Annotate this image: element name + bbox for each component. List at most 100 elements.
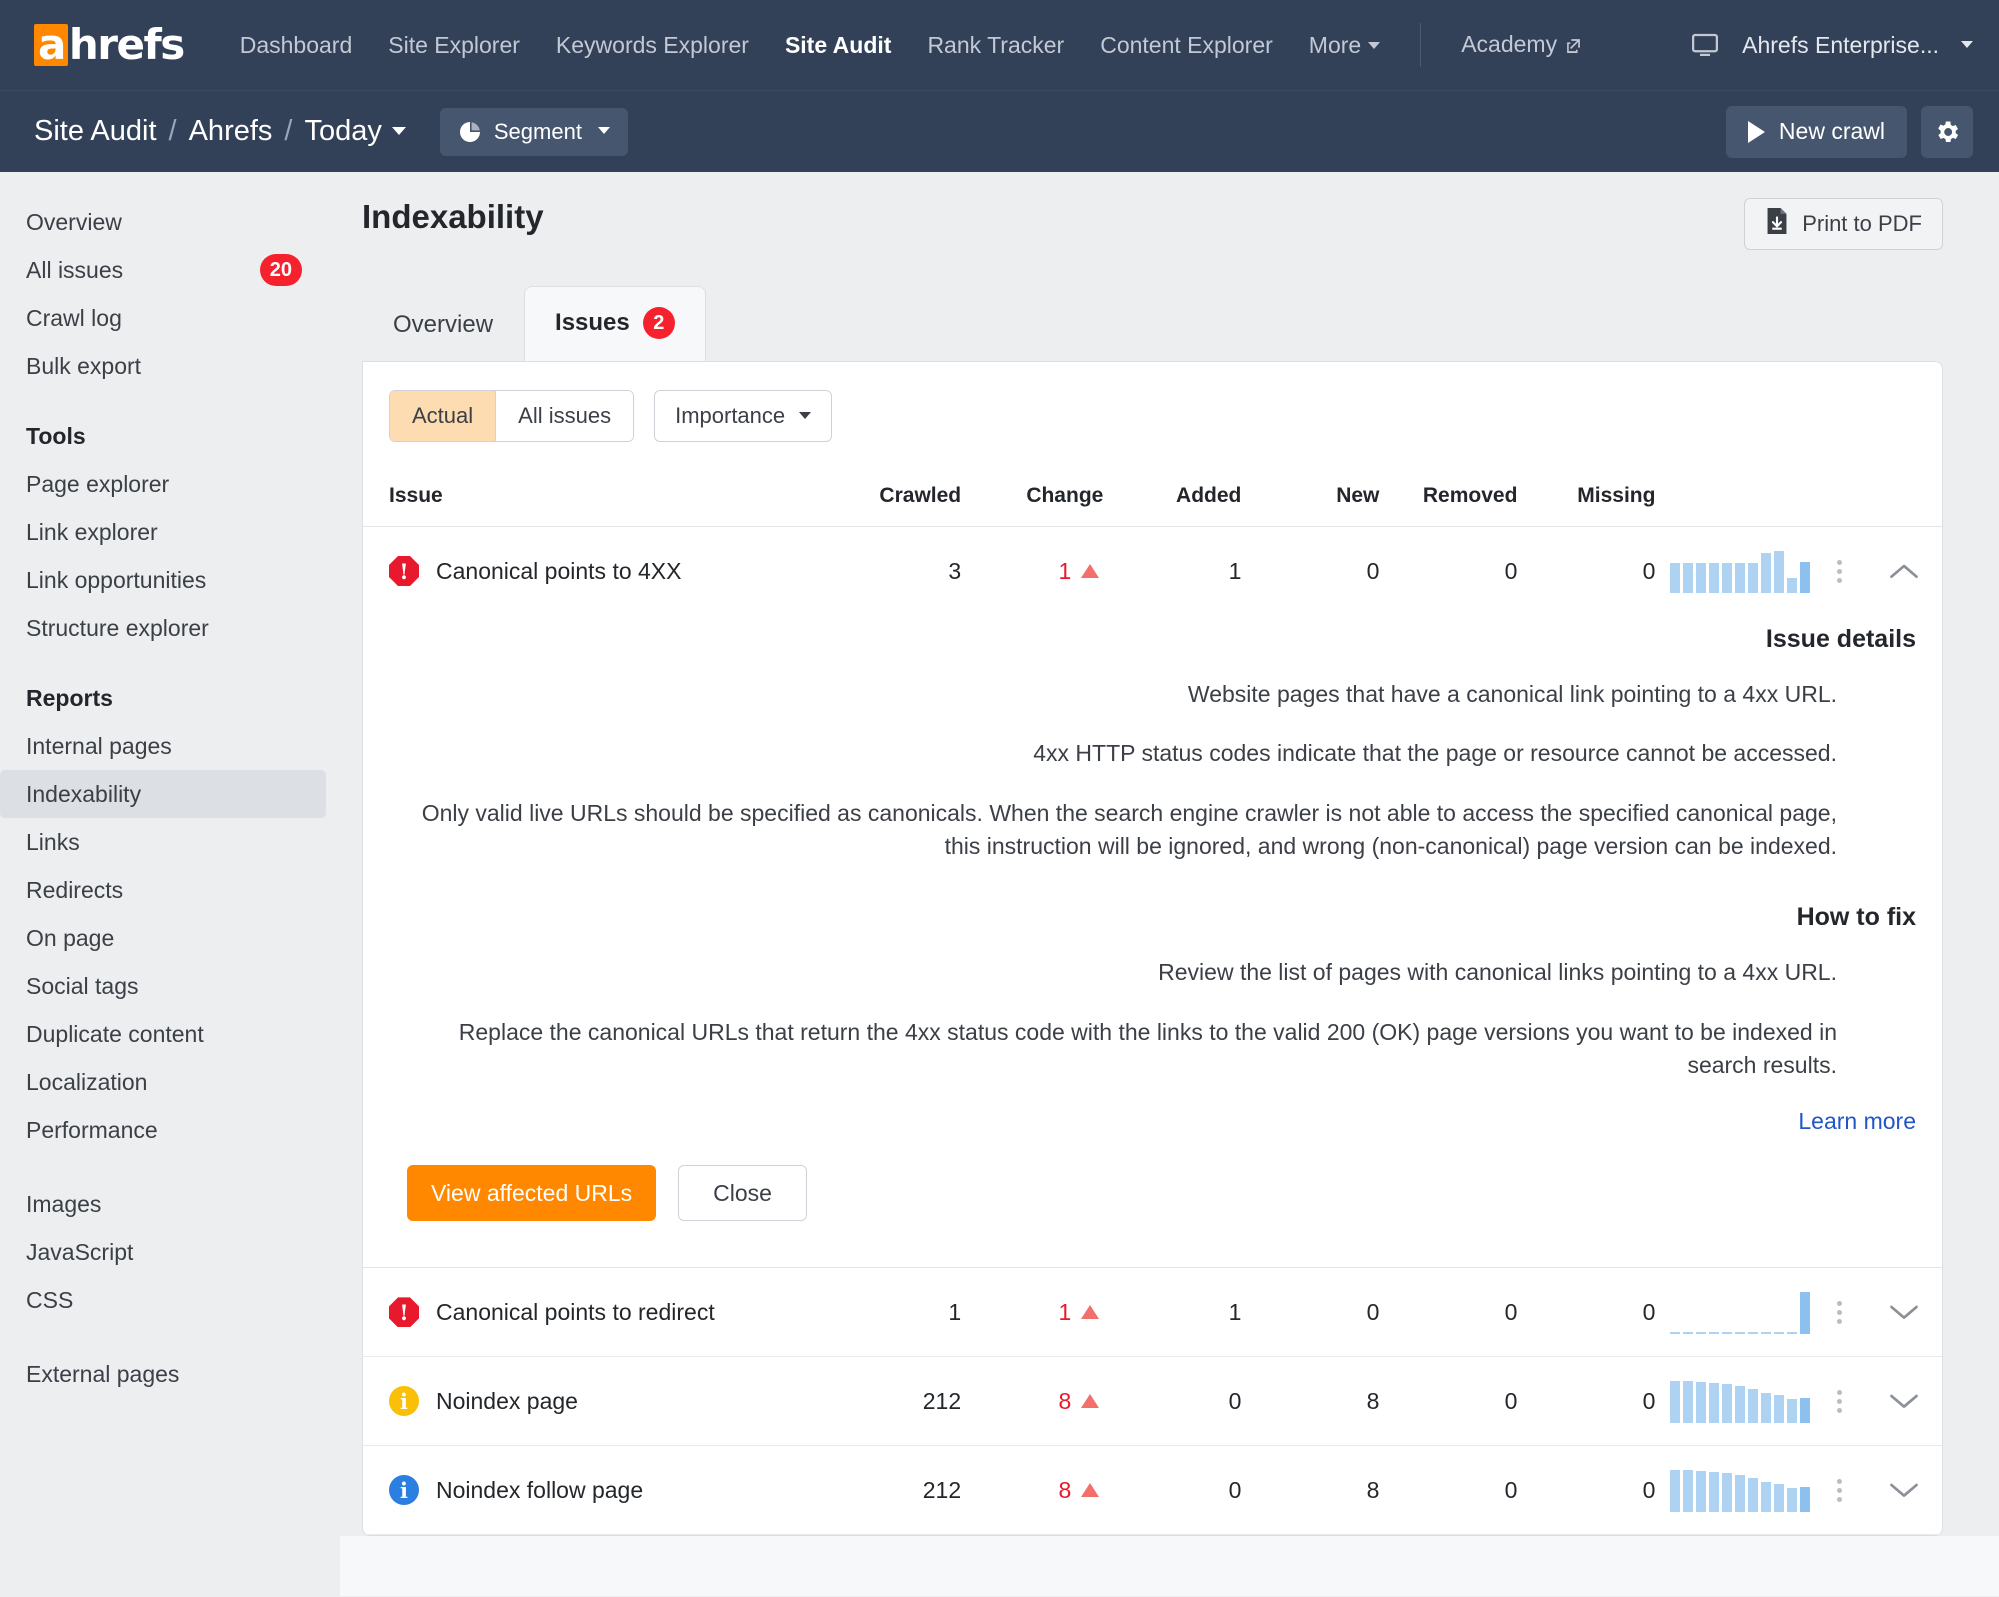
view-affected-urls-button[interactable]: View affected URLs xyxy=(407,1165,657,1222)
issue-name[interactable]: Canonical points to 4XX xyxy=(436,558,682,585)
column-header-crawled[interactable]: Crawled xyxy=(823,470,962,527)
sidebar-item-structure-explorer[interactable]: Structure explorer xyxy=(0,604,326,652)
chevron-down-icon[interactable] xyxy=(1867,1481,1942,1499)
chevron-down-icon[interactable] xyxy=(1867,1392,1942,1410)
issue-name[interactable]: Noindex page xyxy=(436,1388,578,1415)
sidebar-item-indexability[interactable]: Indexability xyxy=(0,770,326,818)
nav-link-more[interactable]: More xyxy=(1291,0,1398,90)
sidebar: Overview All issues 20 Crawl log Bulk ex… xyxy=(0,172,340,1597)
chevron-up-icon[interactable] xyxy=(1867,562,1942,580)
table-row[interactable]: i Noindex page 212 8 0 8 0 0 xyxy=(363,1356,1942,1447)
row-menu-icon[interactable] xyxy=(1812,559,1866,583)
sidebar-item-css[interactable]: CSS xyxy=(0,1276,326,1324)
sidebar-item-localization[interactable]: Localization xyxy=(0,1058,326,1106)
sidebar-item-duplicate-content[interactable]: Duplicate content xyxy=(0,1010,326,1058)
sidebar-item-external-pages[interactable]: External pages xyxy=(0,1350,326,1398)
sidebar-item-page-explorer[interactable]: Page explorer xyxy=(0,460,326,508)
issues-table: Issue Crawled Change Added New Removed M… xyxy=(363,470,1942,1536)
column-header-new[interactable]: New xyxy=(1241,470,1380,527)
sidebar-item-javascript[interactable]: JavaScript xyxy=(0,1228,326,1276)
column-header-added[interactable]: Added xyxy=(1103,470,1242,527)
cell-menu xyxy=(1812,527,1866,616)
sidebar-item-links[interactable]: Links xyxy=(0,818,326,866)
breadcrumb: Site Audit / Ahrefs / Today xyxy=(34,115,406,148)
sidebar-item-link-explorer[interactable]: Link explorer xyxy=(0,508,326,556)
chevron-down-icon xyxy=(1368,42,1381,50)
nav-link-site-explorer[interactable]: Site Explorer xyxy=(370,0,538,90)
cell-new: 0 xyxy=(1241,1267,1380,1358)
cell-removed: 0 xyxy=(1379,1445,1518,1536)
breadcrumb-project[interactable]: Ahrefs xyxy=(189,115,273,148)
tab-overview[interactable]: Overview xyxy=(362,290,524,361)
trend-up-icon xyxy=(1081,1483,1100,1498)
column-header-issue[interactable]: Issue xyxy=(363,470,824,527)
sidebar-item-redirects[interactable]: Redirects xyxy=(0,866,326,914)
sidebar-item-label: Internal pages xyxy=(26,732,172,759)
filter-actual-button[interactable]: Actual xyxy=(390,391,496,441)
sidebar-item-label: Structure explorer xyxy=(26,614,209,641)
column-header-missing[interactable]: Missing xyxy=(1517,470,1656,527)
learn-more-link[interactable]: Learn more xyxy=(1798,1108,1916,1135)
change-value: 1 xyxy=(1058,557,1072,584)
nav-link-academy[interactable]: Academy xyxy=(1443,0,1600,91)
issue-name[interactable]: Canonical points to redirect xyxy=(436,1299,715,1326)
sidebar-item-internal-pages[interactable]: Internal pages xyxy=(0,722,326,770)
segment-button[interactable]: Segment xyxy=(439,107,628,156)
breadcrumb-date-selector[interactable]: Today xyxy=(304,115,406,148)
nav-link-rank-tracker[interactable]: Rank Tracker xyxy=(909,0,1082,90)
logo-rest: hrefs xyxy=(68,20,185,69)
sidebar-item-performance[interactable]: Performance xyxy=(0,1106,326,1154)
cell-removed: 0 xyxy=(1504,557,1518,584)
breadcrumb-separator: / xyxy=(284,115,293,147)
close-button[interactable]: Close xyxy=(678,1165,807,1222)
sidebar-item-social-tags[interactable]: Social tags xyxy=(0,962,326,1010)
column-header-change[interactable]: Change xyxy=(961,470,1104,527)
breadcrumb-site-audit[interactable]: Site Audit xyxy=(34,115,157,148)
cell-missing: 0 xyxy=(1517,1445,1656,1536)
ahrefs-logo[interactable]: a hrefs xyxy=(34,20,185,69)
nav-link-dashboard[interactable]: Dashboard xyxy=(222,0,371,90)
nav-link-site-audit[interactable]: Site Audit xyxy=(767,0,909,90)
external-link-icon xyxy=(1565,1,1582,91)
nav-link-content-explorer[interactable]: Content Explorer xyxy=(1082,0,1291,90)
table-row[interactable]: ! Canonical points to 4XX 3 1 1 0 0 0 xyxy=(363,527,1942,616)
row-menu-icon[interactable] xyxy=(1812,1478,1866,1502)
sidebar-item-overview[interactable]: Overview xyxy=(0,198,326,246)
row-menu-icon[interactable] xyxy=(1812,1389,1866,1413)
monitor-icon[interactable] xyxy=(1690,30,1720,60)
column-header-removed[interactable]: Removed xyxy=(1379,470,1518,527)
chevron-down-icon xyxy=(799,411,812,419)
sidebar-item-bulk-export[interactable]: Bulk export xyxy=(0,342,326,390)
account-menu[interactable]: Ahrefs Enterprise... xyxy=(1742,32,1973,59)
issue-name[interactable]: Noindex follow page xyxy=(436,1477,643,1504)
importance-dropdown[interactable]: Importance xyxy=(654,390,833,442)
tab-issues[interactable]: Issues 2 xyxy=(524,286,706,361)
how-to-fix-paragraph-1: Review the list of pages with canonical … xyxy=(1158,959,1837,986)
change-value: 1 xyxy=(1058,1298,1072,1325)
sidebar-item-link-opportunities[interactable]: Link opportunities xyxy=(0,556,326,604)
print-to-pdf-label: Print to PDF xyxy=(1802,211,1922,236)
sparkline-chart xyxy=(1655,1379,1812,1424)
table-row[interactable]: ! Canonical points to redirect 1 1 1 0 0… xyxy=(363,1267,1942,1358)
download-file-icon xyxy=(1765,208,1789,240)
cell-missing: 0 xyxy=(1517,1267,1656,1358)
row-menu-icon[interactable] xyxy=(1812,1300,1866,1324)
chevron-down-icon[interactable] xyxy=(1867,1303,1942,1321)
chevron-down-icon xyxy=(1961,40,1973,48)
nav-link-academy-label: Academy xyxy=(1461,31,1558,57)
sidebar-item-crawl-log[interactable]: Crawl log xyxy=(0,294,326,342)
sidebar-item-images[interactable]: Images xyxy=(0,1180,326,1228)
nav-link-keywords-explorer[interactable]: Keywords Explorer xyxy=(538,0,767,90)
sidebar-item-on-page[interactable]: On page xyxy=(0,914,326,962)
table-row[interactable]: i Noindex follow page 212 8 0 8 0 0 xyxy=(363,1445,1942,1536)
column-header-expand xyxy=(1866,470,1942,527)
nav-divider xyxy=(1420,23,1422,67)
new-crawl-button[interactable]: New crawl xyxy=(1725,105,1907,158)
issue-detail-paragraph-1: Website pages that have a canonical link… xyxy=(1187,681,1837,707)
settings-button[interactable] xyxy=(1921,105,1973,158)
sidebar-item-all-issues[interactable]: All issues 20 xyxy=(0,246,326,294)
print-to-pdf-button[interactable]: Print to PDF xyxy=(1744,198,1943,250)
cell-expand xyxy=(1866,1267,1942,1358)
filter-all-issues-button[interactable]: All issues xyxy=(495,391,634,441)
page-body: Overview All issues 20 Crawl log Bulk ex… xyxy=(0,172,1999,1597)
